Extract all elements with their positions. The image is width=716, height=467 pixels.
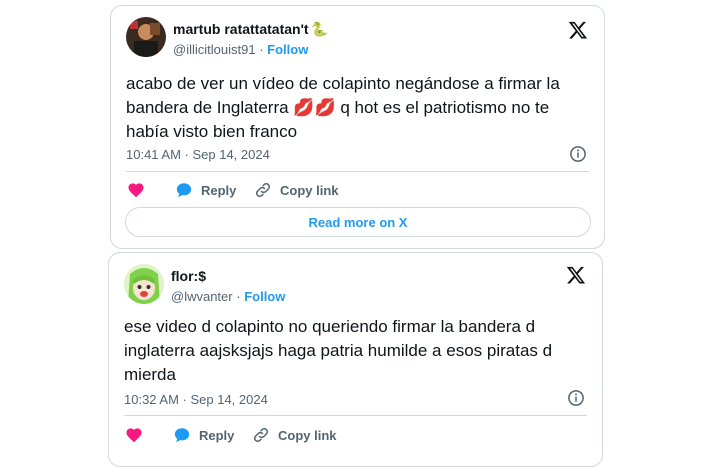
author-handle[interactable]: @lwvanter bbox=[171, 289, 233, 304]
like-button[interactable] bbox=[127, 181, 145, 199]
avatar[interactable] bbox=[124, 264, 164, 304]
read-more-button[interactable]: Read more on X bbox=[125, 207, 591, 237]
copy-link-label: Copy link bbox=[278, 427, 337, 443]
author-handle-row: @lwvanter · Follow bbox=[171, 289, 285, 305]
divider bbox=[126, 171, 589, 172]
x-logo-icon[interactable] bbox=[565, 265, 587, 285]
author-name[interactable]: martub ratattatatan't bbox=[173, 20, 309, 38]
divider bbox=[124, 415, 587, 416]
reply-icon bbox=[174, 428, 190, 442]
like-button[interactable] bbox=[125, 426, 143, 444]
tweet-card-1: martub ratattatatan't 🐍 @illicitlouist91… bbox=[110, 5, 605, 249]
author-handle-row: @illicitlouist91 · Follow bbox=[173, 42, 308, 58]
copy-link-button[interactable]: Copy link bbox=[252, 426, 337, 444]
timestamp[interactable]: 10:41 AM · Sep 14, 2024 bbox=[126, 147, 270, 163]
follow-button[interactable]: Follow bbox=[267, 42, 308, 57]
heart-icon bbox=[128, 183, 144, 198]
reply-button[interactable]: Reply bbox=[173, 426, 234, 444]
read-more-label: Read more on X bbox=[308, 214, 408, 230]
info-icon[interactable] bbox=[569, 145, 587, 163]
author-name-row[interactable]: flor:$ bbox=[171, 267, 206, 285]
link-icon bbox=[255, 182, 271, 198]
author-name[interactable]: flor:$ bbox=[171, 267, 206, 285]
author-handle[interactable]: @illicitlouist91 bbox=[173, 42, 256, 57]
copy-link-button[interactable]: Copy link bbox=[254, 181, 339, 199]
tweet-card-2: flor:$ @lwvanter · Follow ese video d co… bbox=[108, 252, 603, 467]
separator: · bbox=[236, 289, 241, 304]
snake-emoji-icon: 🐍 bbox=[310, 21, 329, 37]
timestamp[interactable]: 10:32 AM · Sep 14, 2024 bbox=[124, 392, 268, 408]
tweet-text: acabo de ver un vídeo de colapinto negán… bbox=[126, 74, 560, 141]
author-name-row[interactable]: martub ratattatatan't 🐍 bbox=[173, 20, 328, 38]
link-icon bbox=[253, 427, 269, 443]
reply-label: Reply bbox=[201, 182, 237, 198]
separator: · bbox=[259, 42, 264, 57]
tweet-text: ese video d colapinto no queriendo firma… bbox=[124, 317, 553, 384]
reply-label: Reply bbox=[199, 427, 235, 443]
follow-button[interactable]: Follow bbox=[244, 289, 285, 304]
reply-button[interactable]: Reply bbox=[175, 181, 236, 199]
copy-link-label: Copy link bbox=[280, 182, 339, 198]
reply-icon bbox=[176, 183, 192, 197]
heart-icon bbox=[126, 428, 142, 443]
avatar[interactable] bbox=[126, 17, 166, 57]
info-icon[interactable] bbox=[567, 389, 585, 407]
x-logo-icon[interactable] bbox=[567, 20, 589, 40]
